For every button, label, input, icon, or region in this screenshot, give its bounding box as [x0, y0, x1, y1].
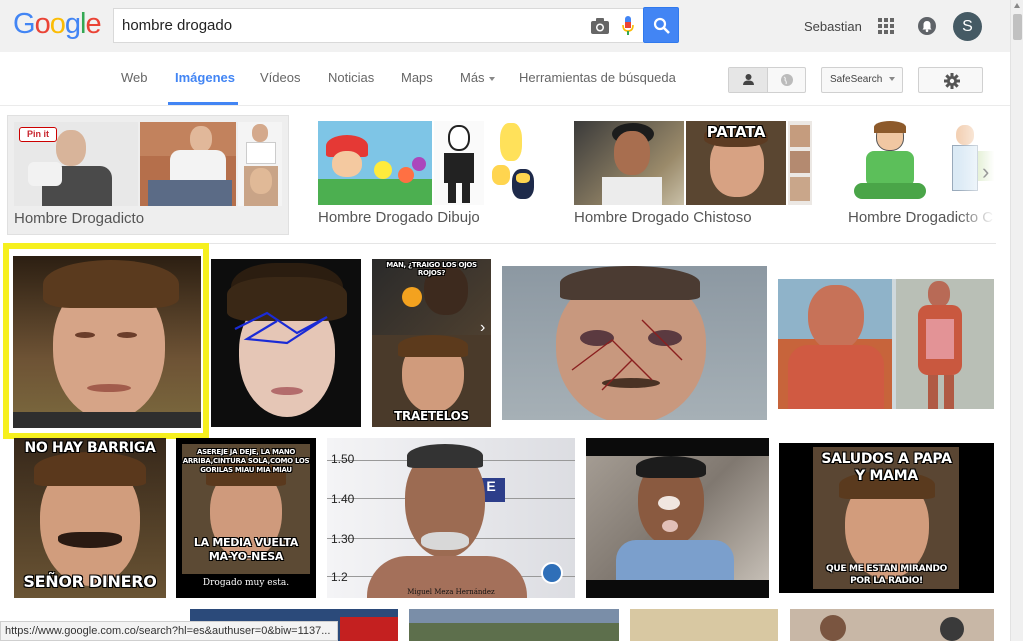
related-searches: Pin it Hombre Drogadicto Hombre Drogado …: [0, 107, 1010, 242]
caret-down-icon: [889, 77, 896, 82]
google-images-page: Google Sebastian: [0, 0, 1023, 641]
related-thumbnail: PATATA: [686, 121, 786, 205]
meme-caption: TRAETELOS: [394, 409, 469, 423]
related-search-label: Hombre Drogadicto: [14, 210, 145, 227]
image-result[interactable]: NO HAY BARRIGA SEÑOR DINERO: [14, 438, 166, 598]
tab-web[interactable]: Web: [121, 70, 148, 85]
globe-icon: [781, 74, 793, 86]
microphone-icon[interactable]: [621, 15, 635, 37]
chevron-right-icon[interactable]: ›: [982, 159, 989, 185]
meme-caption: SEÑOR DINERO: [23, 572, 157, 591]
tab-search-tools[interactable]: Herramientas de búsqueda: [519, 70, 676, 85]
height-tick: 1.2: [331, 570, 348, 584]
related-thumbnail: Pin it: [14, 122, 138, 206]
image-result[interactable]: [502, 266, 767, 420]
image-result[interactable]: SALUDOS A PAPA Y MAMA QUE ME ESTAN MIRAN…: [779, 443, 994, 593]
safesearch-dropdown[interactable]: SafeSearch: [821, 67, 903, 93]
related-thumbnail: [238, 122, 282, 206]
logo-letter: G: [13, 8, 36, 40]
image-result[interactable]: [409, 609, 619, 641]
image-result[interactable]: 1.50 1.40 1.30 1.2 E Miguel Meza Hernánd…: [327, 438, 575, 598]
apps-grid-icon[interactable]: [878, 18, 894, 34]
related-thumbnail: [434, 121, 484, 205]
logo-letter: e: [85, 8, 101, 40]
height-tick: 1.40: [331, 492, 355, 506]
height-tick: 1.50: [331, 452, 355, 466]
settings-button[interactable]: [918, 67, 983, 93]
logo-letter: o: [34, 8, 51, 40]
meme-caption: LA MEDIA VUELTA MA-YO-NESA: [193, 536, 299, 563]
meme-footer-caption: Drogado muy esta.: [202, 578, 290, 588]
image-result[interactable]: [211, 259, 361, 427]
height-tick: 1.30: [331, 532, 355, 546]
tab-videos[interactable]: Vídeos: [260, 70, 300, 85]
related-thumbnail: [574, 121, 684, 205]
status-bar-url: https://www.google.com.co/search?hl=es&a…: [0, 621, 338, 641]
safesearch-label: SafeSearch: [830, 74, 883, 85]
related-search-card[interactable]: PATATA Hombre Drogado Chistoso: [568, 115, 818, 235]
tab-news[interactable]: Noticias: [328, 70, 374, 85]
meme-caption: ASEREJE JA DEJE, LA MANO ARRIBA,CINTURA …: [182, 448, 310, 474]
meme-caption: MAN, ¿TRAIGO LOS OJOS ROJOS?: [386, 261, 477, 277]
logo-letter: g: [64, 8, 81, 40]
image-result[interactable]: MAN, ¿TRAIGO LOS OJOS ROJOS? TRAETELOS ›: [372, 259, 491, 427]
global-results-button[interactable]: [768, 68, 806, 92]
active-tab-indicator: [168, 102, 238, 105]
pin-it-badge[interactable]: Pin it: [19, 127, 57, 142]
related-thumbnail: [486, 121, 538, 205]
results-toggle-group: [728, 67, 806, 93]
user-name[interactable]: Sebastian: [804, 19, 862, 34]
meme-caption: SALUDOS A PAPA Y MAMA: [821, 451, 952, 484]
selected-image-highlight: [3, 243, 209, 439]
caret-down-icon: [488, 76, 495, 81]
notifications-bell-icon[interactable]: [918, 17, 936, 35]
search-input[interactable]: [122, 9, 582, 42]
meme-caption: NO HAY BARRIGA: [24, 440, 156, 456]
search-box: [113, 8, 643, 43]
meme-caption: PATATA: [706, 123, 766, 141]
scribble-overlay: [234, 311, 328, 345]
image-result[interactable]: [630, 609, 778, 641]
related-search-label: Hombre Drogado Chistoso: [574, 209, 752, 226]
google-logo[interactable]: Google: [13, 8, 102, 41]
bell-icon: [922, 21, 932, 33]
private-results-button[interactable]: [729, 68, 768, 92]
related-thumbnail: [848, 121, 932, 205]
tab-maps[interactable]: Maps: [401, 70, 433, 85]
related-thumbnail: [140, 122, 236, 206]
person-icon: [743, 74, 754, 85]
mugshot-caption: Miguel Meza Hernández: [407, 588, 495, 596]
gear-icon: [944, 73, 960, 89]
search-icon: [653, 17, 670, 34]
wound-lines: [571, 319, 683, 391]
related-thumbnail: [318, 121, 432, 205]
search-button[interactable]: [643, 7, 679, 43]
top-bar: Google Sebastian: [0, 0, 1010, 52]
chevron-right-icon: ›: [480, 319, 486, 336]
search-tabs: Web Imágenes Vídeos Noticias Maps Más He…: [0, 52, 1010, 106]
scroll-up-arrow-icon[interactable]: [1014, 3, 1020, 8]
logo-letter: o: [49, 8, 66, 40]
scroll-thumb[interactable]: [1013, 14, 1022, 40]
related-search-card[interactable]: Hombre Drogado Dibujo: [312, 115, 552, 235]
camera-icon[interactable]: [590, 17, 610, 35]
tab-more-label: Más: [460, 70, 485, 85]
image-result[interactable]: [790, 609, 994, 641]
tab-more[interactable]: Más: [460, 70, 495, 85]
vertical-scrollbar[interactable]: [1010, 0, 1023, 641]
account-avatar[interactable]: S: [953, 12, 982, 41]
image-result[interactable]: [586, 438, 769, 598]
tab-images[interactable]: Imágenes: [175, 70, 235, 85]
related-thumbnail: [788, 121, 812, 205]
related-search-card[interactable]: Pin it Hombre Drogadicto: [7, 115, 289, 235]
image-result[interactable]: ASEREJE JA DEJE, LA MANO ARRIBA,CINTURA …: [176, 438, 316, 598]
meme-caption: QUE ME ESTAN MIRANDO POR LA RADIO!: [825, 564, 948, 586]
related-search-label: Hombre Drogado Dibujo: [318, 209, 480, 226]
image-result[interactable]: [778, 279, 994, 409]
